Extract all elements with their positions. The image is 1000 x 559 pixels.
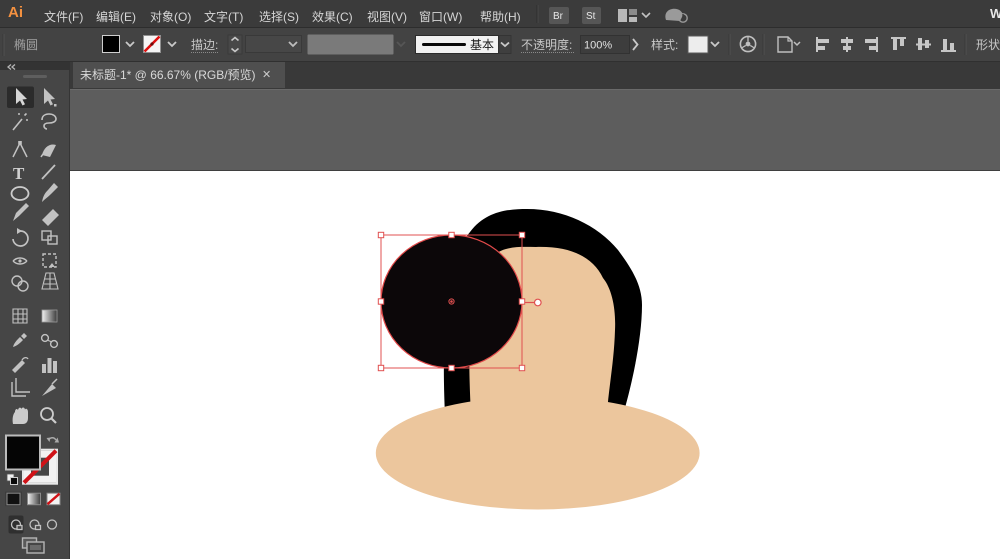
svg-text:形状: 形状 [976, 38, 1000, 52]
svg-text:描边:: 描边: [191, 38, 218, 52]
svg-text:基本: 基本 [470, 38, 494, 52]
svg-text:100%: 100% [584, 40, 612, 52]
svg-text:St: St [586, 11, 596, 22]
svg-text:不透明度:: 不透明度: [521, 37, 572, 52]
svg-text:W: W [990, 6, 1000, 21]
svg-text:T: T [13, 164, 25, 183]
svg-text:样式:: 样式: [651, 37, 678, 52]
svg-text:椭圆: 椭圆 [14, 37, 38, 52]
svg-text:Br: Br [553, 11, 564, 22]
